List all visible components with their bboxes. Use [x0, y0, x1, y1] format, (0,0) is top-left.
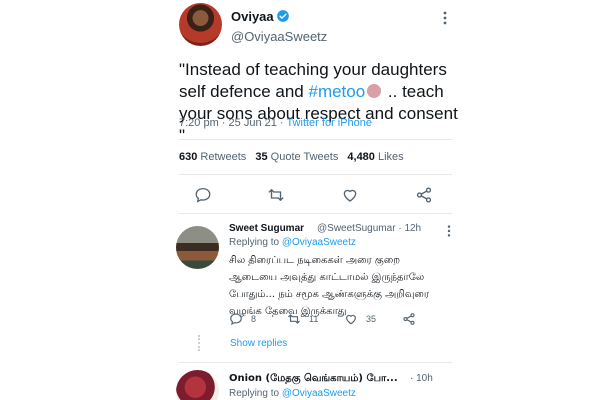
retweet-icon[interactable] — [267, 186, 285, 204]
share-icon — [403, 313, 415, 325]
reply-text: சில திரைப்பட நடிகைகள் அரை குறை ஆடையை அவு… — [229, 255, 430, 317]
reply2-time-separator: · — [410, 373, 414, 384]
retweets-label: Retweets — [200, 151, 247, 163]
reply-author-handle: @SweetSugumar · 12h — [317, 223, 421, 234]
replying-to: Replying to @OviyaaSweetz — [229, 237, 356, 248]
author-name[interactable]: Oviyaa — [231, 9, 274, 24]
reply-time-separator: · — [398, 223, 402, 234]
tweet-detail: Oviyaa @OviyaaSweetz "Instead of teachin… — [0, 0, 600, 400]
replying-prefix: Replying to — [229, 237, 280, 248]
likes-stat[interactable]: 4,480 Likes — [347, 151, 403, 163]
reply-count: 8 — [251, 314, 257, 324]
reply-author-name[interactable]: Sweet Sugumar — [229, 223, 304, 234]
likes-count: 4,480 — [347, 151, 375, 163]
share-icon[interactable] — [415, 186, 433, 204]
mention-link[interactable]: @OviyaaSweetz — [282, 237, 356, 248]
tweet-text: "Instead of teaching your daughters self… — [179, 59, 459, 147]
hashtag-link[interactable]: #metoo — [308, 82, 365, 101]
thread-connector — [198, 335, 200, 351]
tweet-source-link[interactable]: Twitter for iPhone — [286, 117, 372, 129]
author-avatar[interactable] — [179, 3, 222, 46]
retweet-icon — [288, 314, 300, 324]
tweet-date: 25 Jun 21 — [228, 117, 277, 129]
divider — [179, 213, 452, 214]
replying-to: Replying to @OviyaaSweetz — [229, 388, 356, 399]
author-handle[interactable]: @OviyaaSweetz — [231, 29, 327, 44]
reply-icon[interactable] — [194, 186, 212, 204]
tweet-stats: 630 Retweets 35 Quote Tweets 4,480 Likes — [179, 151, 404, 163]
like-icon[interactable] — [341, 186, 359, 204]
reply-reply-action[interactable]: 8 — [229, 312, 256, 326]
mention-link[interactable]: @OviyaaSweetz — [282, 388, 356, 399]
more-icon[interactable] — [440, 10, 450, 26]
reply2-avatar[interactable] — [176, 370, 219, 400]
divider — [179, 139, 452, 140]
quotes-stat[interactable]: 35 Quote Tweets — [255, 151, 338, 163]
like-icon — [346, 314, 356, 325]
divider — [179, 174, 452, 175]
reply-icon — [230, 313, 242, 326]
replying-prefix: Replying to — [229, 388, 280, 399]
quotes-label: Quote Tweets — [270, 151, 339, 163]
retweet-count: 11 — [309, 314, 319, 324]
reply-handle-text: @SweetSugumar — [317, 223, 396, 234]
show-replies-link[interactable]: Show replies — [230, 338, 287, 349]
likes-label: Likes — [377, 151, 404, 163]
reply-time: 12h — [404, 223, 422, 234]
more-icon[interactable] — [444, 224, 454, 238]
quotes-count: 35 — [255, 151, 268, 163]
retweets-count: 630 — [179, 151, 198, 163]
tweet-time: 7:20 pm — [179, 117, 219, 129]
reply-retweet-action[interactable]: 11 — [287, 312, 318, 326]
verified-icon — [277, 10, 289, 22]
reply2-time: · 10h — [410, 373, 433, 384]
reply2-author-name[interactable]: Onion (மேதகு வெங்காயம்) போ... — [229, 373, 398, 385]
like-count: 35 — [366, 314, 377, 324]
reply-share-action[interactable] — [402, 312, 424, 326]
reply2-time-value: 10h — [416, 373, 433, 384]
reply-like-action[interactable]: 35 — [344, 312, 376, 326]
retweets-stat[interactable]: 630 Retweets — [179, 151, 246, 163]
tweet-meta: 7:20 pm · 25 Jun 21 · Twitter for iPhone — [179, 117, 373, 129]
reply-avatar[interactable] — [176, 226, 219, 269]
divider — [179, 362, 452, 363]
emoji-icon — [367, 84, 382, 98]
